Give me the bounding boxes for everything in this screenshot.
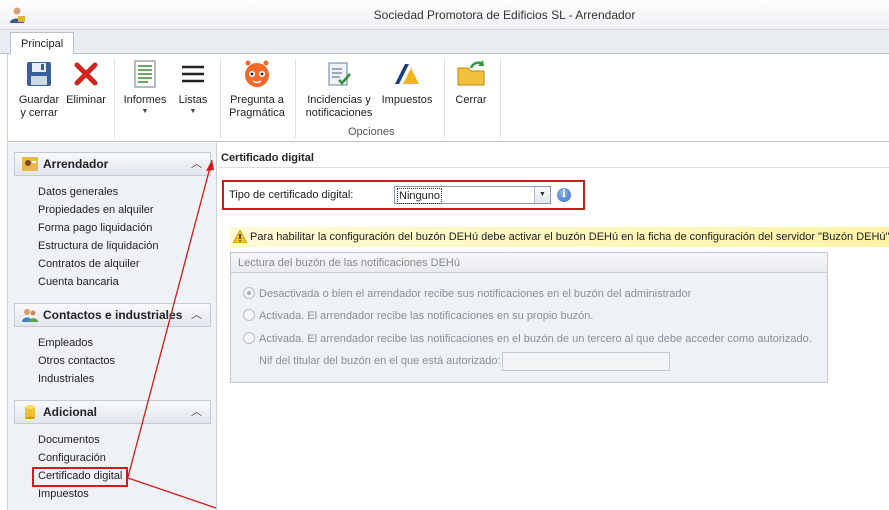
list-icon [182, 65, 204, 83]
info-icon[interactable]: i [557, 188, 571, 202]
ribbon-separator [295, 58, 296, 138]
dehu-groupbox: Lectura del buzón de las notificaciones … [230, 252, 828, 383]
ribbon-separator [114, 58, 115, 138]
chevron-down-icon[interactable]: ▼ [534, 187, 550, 203]
chevron-down-icon: ▼ [189, 108, 197, 115]
warning-icon [233, 230, 247, 243]
tax-agency-icon [395, 64, 419, 84]
ribbon-separator [444, 58, 445, 138]
window-title: Sociedad Promotora de Edificios SL - Arr… [373, 8, 636, 22]
sidebar-item-propiedades[interactable]: Propiedades en alquiler [38, 203, 154, 217]
user-id-icon [22, 157, 38, 171]
sidebar-item-configuracion[interactable]: Configuración [38, 451, 106, 465]
sidebar-item-datos-generales[interactable]: Datos generales [38, 185, 118, 199]
radio-option-disabled[interactable]: Desactivada o bien el arrendador recibe … [243, 287, 691, 300]
title-bar: Sociedad Promotora de Edificios SL - Arr… [0, 0, 889, 30]
sidebar-item-cuenta-bancaria[interactable]: Cuenta bancaria [38, 275, 119, 289]
lists-button[interactable]: Listas ▼ [173, 58, 213, 116]
robot-icon [245, 60, 269, 87]
ribbon-separator [220, 58, 221, 138]
checklist-icon [328, 62, 351, 86]
ask-pragmatica-button[interactable]: Pregunta a Pragmática [226, 58, 288, 120]
tab-principal[interactable]: Principal [10, 32, 75, 55]
cert-type-value: Ninguno [397, 188, 442, 204]
delete-button[interactable]: Eliminar [65, 58, 107, 107]
cert-type-select[interactable]: Ninguno ▼ [394, 186, 551, 204]
radio-button[interactable] [243, 332, 255, 344]
chevron-up-icon[interactable]: ︿ [191, 153, 202, 175]
section-header-contactos[interactable]: Contactos e industriales ︿ [14, 303, 211, 327]
ribbon-separator [500, 58, 501, 138]
sidebar-item-documentos[interactable]: Documentos [38, 433, 100, 447]
save-icon [27, 62, 51, 86]
save-close-button[interactable]: Guardar y cerrar [15, 58, 63, 120]
cert-type-label: Tipo de certificado digital: [229, 189, 354, 201]
ribbon-tabstrip: Principal [0, 30, 889, 55]
cylinder-icon [25, 405, 35, 419]
ribbon-group-label: Opciones [348, 126, 395, 138]
taxes-button[interactable]: Impuestos [378, 58, 436, 107]
radio-button[interactable] [243, 309, 255, 321]
delete-x-icon [74, 62, 98, 86]
ribbon: Guardar y cerrar Eliminar Informes ▼ Lis… [7, 54, 889, 142]
radio-button[interactable] [243, 287, 255, 299]
groupbox-title: Lectura del buzón de las notificaciones … [231, 253, 827, 273]
section-header-arrendador[interactable]: Arrendador ︿ [14, 152, 211, 176]
sidebar-item-estructura[interactable]: Estructura de liquidación [38, 239, 158, 253]
folder-close-icon [457, 60, 485, 86]
nif-label: Nif del titular del buzón en el que está… [259, 355, 501, 367]
highlight-box-sidebar [32, 467, 128, 487]
sidebar-item-impuestos[interactable]: Impuestos [38, 487, 89, 501]
report-icon [134, 60, 156, 88]
page-title: Certificado digital [218, 148, 889, 168]
warning-text: Para habilitar la configuración del buzó… [250, 231, 889, 243]
section-header-adicional[interactable]: Adicional ︿ [14, 400, 211, 424]
nif-input[interactable] [502, 352, 670, 371]
sidebar-item-forma-pago[interactable]: Forma pago liquidación [38, 221, 152, 235]
sidebar-item-otros-contactos[interactable]: Otros contactos [38, 354, 115, 368]
sidebar-item-empleados[interactable]: Empleados [38, 336, 93, 350]
close-button[interactable]: Cerrar [449, 58, 493, 107]
warning-banner: Para habilitar la configuración del buzó… [230, 227, 889, 247]
radio-option-third-party[interactable]: Activada. El arrendador recibe las notif… [243, 332, 812, 345]
chevron-up-icon[interactable]: ︿ [191, 304, 202, 326]
radio-option-own-mailbox[interactable]: Activada. El arrendador recibe las notif… [243, 309, 593, 322]
chevron-up-icon[interactable]: ︿ [191, 401, 202, 423]
sidebar-item-industriales[interactable]: Industriales [38, 372, 94, 386]
sidebar-item-contratos[interactable]: Contratos de alquiler [38, 257, 140, 271]
incidents-notifications-button[interactable]: Incidencias y notificaciones [303, 58, 375, 120]
sidebar: Arrendador ︿ Datos generales Propiedades… [7, 143, 217, 510]
contacts-icon [22, 309, 38, 322]
reports-button[interactable]: Informes ▼ [121, 58, 169, 116]
chevron-down-icon: ▼ [141, 108, 149, 115]
